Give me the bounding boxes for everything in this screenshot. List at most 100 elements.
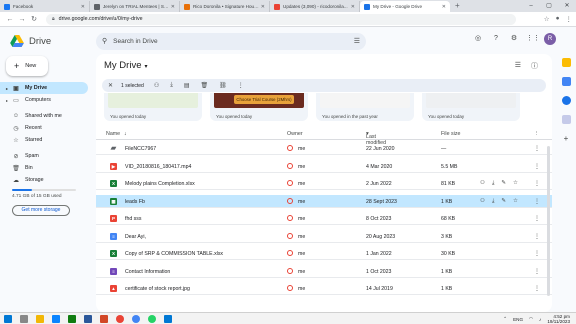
file-row[interactable]: ▶ VID_20180816_180417.mp4 me 4 Mar 2020 5.5 … xyxy=(96,160,552,173)
settings-icon[interactable]: ⚙ xyxy=(508,33,520,45)
keep-icon[interactable] xyxy=(561,58,571,67)
forward-icon[interactable]: → xyxy=(16,16,28,23)
sidebar-item-spam[interactable]: ⊘ Spam xyxy=(0,150,88,162)
tab-close-icon[interactable]: ✕ xyxy=(351,4,355,10)
new-tab-icon[interactable]: + xyxy=(450,1,465,12)
page-title[interactable]: My Drive ▾ xyxy=(104,60,148,71)
minimize-icon[interactable]: – xyxy=(522,0,540,12)
search-options-icon[interactable]: ☰ xyxy=(354,37,360,45)
scrollbar[interactable] xyxy=(547,146,550,296)
trash-icon[interactable]: 🗑 xyxy=(201,82,209,89)
sidebar-item-computers[interactable]: ▸ ▭ Computers xyxy=(0,94,88,106)
tasks-icon[interactable] xyxy=(561,96,571,105)
excel-icon[interactable] xyxy=(68,315,76,323)
file-row[interactable]: ▲ certificate of stock report.jpg me 14 Jul… xyxy=(96,282,552,295)
file-row[interactable]: ≡ Contact Information me 1 Oct 2023 1 KB ⋮ xyxy=(96,265,552,278)
back-icon[interactable]: ← xyxy=(4,16,16,23)
close-window-icon[interactable]: ✕ xyxy=(558,0,576,12)
volume-icon[interactable]: ♪ xyxy=(539,317,541,322)
details-icon[interactable]: ⓘ xyxy=(531,61,538,71)
browser-tab[interactable]: Facebook ✕ xyxy=(0,1,90,12)
drive-logo[interactable]: Drive xyxy=(10,35,96,47)
offline-status-icon[interactable]: ◎ xyxy=(472,33,484,45)
size-column-header[interactable]: File size xyxy=(441,131,460,137)
owner-column-header[interactable]: Owner xyxy=(287,131,303,137)
share-icon[interactable]: ⚇ xyxy=(154,82,159,89)
name-column-header[interactable]: Name xyxy=(106,131,120,137)
clock[interactable]: 4:52 pm 19/11/2023 xyxy=(547,314,570,324)
row-more-icon[interactable]: ⋮ xyxy=(534,268,540,275)
file-row[interactable]: ▦ leads Fb me 28 Sept 2023 1 KB ⚇ ⤓ ✎ ☆ ⋮ xyxy=(96,194,552,208)
file-row[interactable]: ≡ Dear Ayi, me 20 Aug 2023 3 KB ⋮ xyxy=(96,230,552,243)
star-icon[interactable]: ☆ xyxy=(513,180,518,187)
download-icon[interactable]: ⤓ xyxy=(492,198,494,205)
wifi-icon[interactable]: ◠ xyxy=(529,316,533,322)
apps-grid-icon[interactable]: ⋮⋮ xyxy=(526,33,540,45)
file-row[interactable]: ▰ FileNCC7967 me 22 Jun 2020 — ⋮ xyxy=(96,142,552,155)
tab-close-icon[interactable]: ✕ xyxy=(171,4,175,10)
sidebar-item-bin[interactable]: 🗑 Bin xyxy=(0,162,88,174)
more-actions-icon[interactable]: ⋮ xyxy=(238,82,244,89)
search-input[interactable]: Search in Drive xyxy=(113,38,354,45)
tab-close-icon[interactable]: ✕ xyxy=(81,4,85,10)
suggested-file-card[interactable]: You opened today xyxy=(104,93,202,121)
share-icon[interactable]: ⚇ xyxy=(480,198,485,205)
copy-link-icon[interactable]: ⛓ xyxy=(219,82,227,89)
sidebar-item-recent[interactable]: ◷ Recent xyxy=(0,122,88,134)
tab-close-icon[interactable]: ✕ xyxy=(442,4,446,10)
maximize-icon[interactable]: ▢ xyxy=(540,0,558,12)
modified-column-header[interactable]: Last modified ▾ xyxy=(366,131,386,146)
contacts-icon[interactable] xyxy=(561,115,571,124)
whatsapp-icon[interactable] xyxy=(148,315,156,323)
browser-tab[interactable]: My Drive - Google Drive ✕ xyxy=(360,1,450,12)
tab-close-icon[interactable]: ✕ xyxy=(261,4,265,10)
row-more-icon[interactable]: ⋮ xyxy=(534,180,540,187)
word-icon[interactable] xyxy=(84,315,92,323)
file-row[interactable]: X Copy of SRP & COMMISSION TABLE.xlsx me 1 … xyxy=(96,247,552,260)
clear-selection-icon[interactable]: ✕ xyxy=(108,82,113,89)
sidebar-item-starred[interactable]: ☆ Starred xyxy=(0,134,88,146)
tray-chevron-icon[interactable]: ⌃ xyxy=(503,316,507,322)
row-more-icon[interactable]: ⋮ xyxy=(534,163,540,170)
row-more-icon[interactable]: ⋮ xyxy=(534,198,540,205)
suggested-file-card[interactable]: Choose Trial Course (2Mhrs) You opened to… xyxy=(210,93,308,121)
file-row[interactable]: Pfhd sss me 8 Oct 2023 68 KB ⋮ xyxy=(96,212,552,225)
search-bar[interactable]: ⚲ Search in Drive ☰ xyxy=(96,32,366,50)
help-icon[interactable]: ? xyxy=(490,33,502,45)
browser-tab[interactable]: Updates (3,090) - ricodoronila... ✕ xyxy=(270,1,360,12)
suggested-file-card[interactable]: You opened in the past year xyxy=(316,93,414,121)
move-icon[interactable]: ▤ xyxy=(184,82,190,89)
search-icon[interactable]: ⚲ xyxy=(102,37,107,45)
suggested-file-card[interactable]: You opened today xyxy=(422,93,520,121)
new-button[interactable]: + New xyxy=(6,56,48,76)
row-more-icon[interactable]: ⋮ xyxy=(534,285,540,292)
row-more-icon[interactable]: ⋮ xyxy=(534,215,540,222)
share-icon[interactable]: ⚇ xyxy=(480,180,485,187)
download-icon[interactable]: ⤓ xyxy=(170,82,173,89)
download-icon[interactable]: ⤓ xyxy=(492,180,494,187)
calendar-icon[interactable] xyxy=(561,77,571,86)
arrow-down-icon[interactable]: ↓ xyxy=(124,131,127,137)
store-icon[interactable] xyxy=(164,315,172,323)
rename-icon[interactable]: ✎ xyxy=(501,198,506,205)
chrome-profile-icon[interactable] xyxy=(132,315,140,323)
reload-icon[interactable]: ↻ xyxy=(28,15,40,23)
start-icon[interactable] xyxy=(4,315,12,323)
row-more-icon[interactable]: ⋮ xyxy=(534,250,540,257)
row-more-icon[interactable]: ⋮ xyxy=(534,233,540,240)
sidebar-item-my-drive[interactable]: ▸ ▣ My Drive xyxy=(0,82,88,94)
get-more-storage-button[interactable]: Get more storage xyxy=(12,205,70,216)
avatar[interactable]: R xyxy=(544,33,556,45)
powerpoint-icon[interactable] xyxy=(100,315,108,323)
file-row[interactable]: X Melody plains Completion.xlsx me 2 Jun 20… xyxy=(96,177,552,190)
language-indicator[interactable]: ENG xyxy=(513,317,523,322)
edge-icon[interactable] xyxy=(52,315,60,323)
table-more-icon[interactable]: ⋮ xyxy=(534,131,539,137)
url-field[interactable]: 🔒︎ drive.google.com/drive/u/0/my-drive xyxy=(46,13,516,25)
row-more-icon[interactable]: ⋮ xyxy=(534,145,540,152)
browser-tab[interactable]: Jerelyn on TRIAL Mentees | Sw... ✕ xyxy=(90,1,180,12)
sidebar-item-storage[interactable]: ☁ Storage xyxy=(0,174,88,186)
add-addon-icon[interactable]: + xyxy=(562,134,571,143)
rename-icon[interactable]: ✎ xyxy=(501,180,506,187)
star-icon[interactable]: ☆ xyxy=(513,198,518,205)
